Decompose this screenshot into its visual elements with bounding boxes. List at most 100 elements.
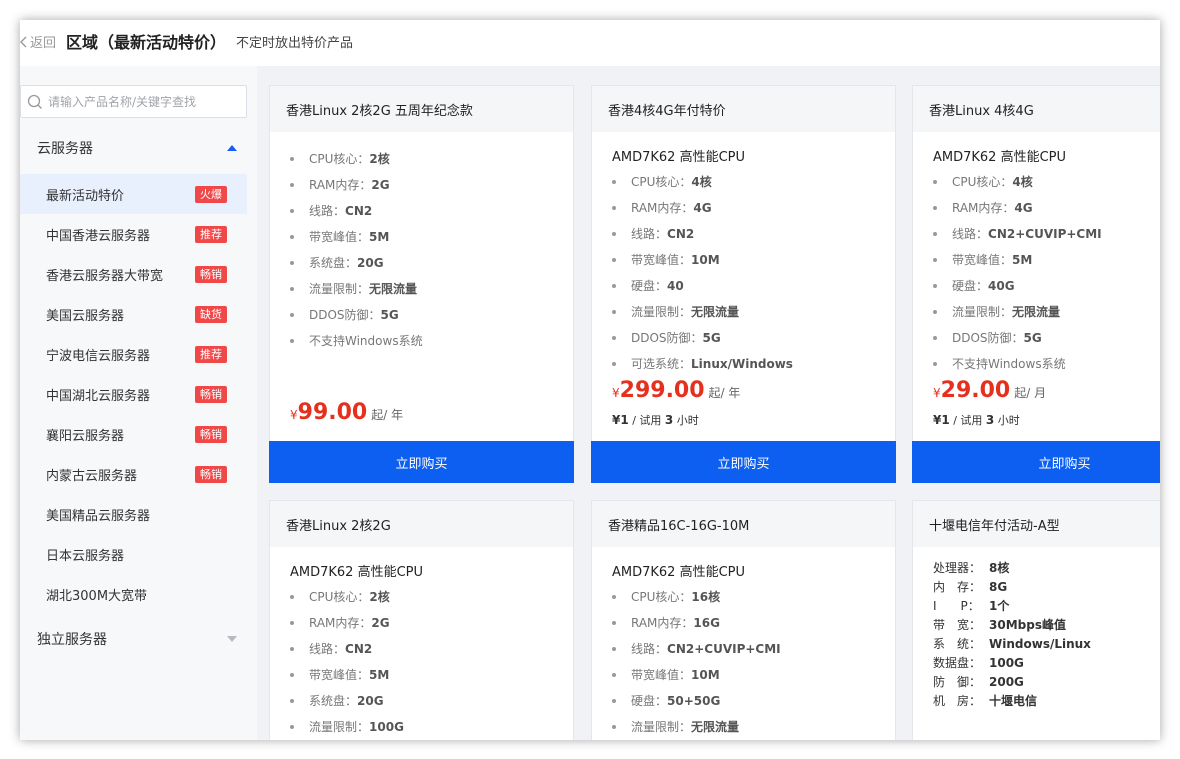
search-input[interactable] xyxy=(48,94,238,109)
sidebar-item-hk-bandwidth[interactable]: 香港云服务器大带宽 畅销 xyxy=(20,254,247,294)
product-card: 香港4核4G年付特价 AMD7K62 高性能CPU CPU核心：4核 RAM内存… xyxy=(591,85,896,483)
spec-item: DDOS防御：5G xyxy=(612,325,895,351)
sidebar-item-label: 湖北300M大宽带 xyxy=(46,588,148,604)
spec-item: RAM内存：2G xyxy=(290,172,573,198)
spec-list: CPU核心：16核 RAM内存：16G 线路：CN2+CUVIP+CMI 带宽峰… xyxy=(612,584,895,740)
spec-item: 带宽峰值：5M xyxy=(933,247,1160,273)
price: ¥ 299.00 起/ 年 xyxy=(612,378,741,403)
product-card: 香港Linux 4核4G AMD7K62 高性能CPU CPU核心：4核 RAM… xyxy=(912,85,1160,483)
buy-now-button[interactable]: 立即购买 xyxy=(269,441,574,483)
spec-item: 流量限制：无限流量 xyxy=(612,299,895,325)
sidebar: 云服务器 最新活动特价 火爆 中国香港云服务器 推荐 香港云服务器大带宽 畅销 … xyxy=(20,66,257,740)
sidebar-item-hk-cloud[interactable]: 中国香港云服务器 推荐 xyxy=(20,214,247,254)
caret-down-icon xyxy=(227,636,237,642)
spec-item: 硬盘：50+50G xyxy=(612,688,895,714)
price-unit: 起/ 月 xyxy=(1014,386,1047,400)
spec-item: 不支持Windows系统 xyxy=(933,351,1160,377)
spec-item: 系统盘：20G xyxy=(290,250,573,276)
product-card: 十堰电信年付活动-A型 处理器： 8核 内 存： 8G I P： 1个 带 宽： 30M… xyxy=(912,500,1160,740)
spec-row: 处理器： 8核 xyxy=(933,561,1010,575)
sidebar-item-label: 宁波电信云服务器 xyxy=(46,348,151,364)
spec-row: 带 宽： 30Mbps峰值 xyxy=(933,618,1066,632)
spec-row: 系 统： Windows/Linux xyxy=(933,637,1091,651)
spec-item: 带宽峰值：5M xyxy=(290,224,573,250)
sidebar-item-label: 美国精品云服务器 xyxy=(46,508,151,524)
menu-group-cloud-server[interactable]: 云服务器 xyxy=(20,128,247,168)
hot-badge: 火爆 xyxy=(195,186,227,203)
page-header: 返回 区域（最新活动特价） 不定时放出特价产品 xyxy=(20,20,1160,66)
page-subtitle: 不定时放出特价产品 xyxy=(236,36,354,51)
spec-item: 线路：CN2 xyxy=(290,636,573,662)
spec-item: RAM内存：16G xyxy=(612,610,895,636)
card-title: 香港Linux 2核2G xyxy=(270,501,573,547)
spec-item: 硬盘：40 xyxy=(612,273,895,299)
trial-info: ¥1 / 试用 3 小时 xyxy=(933,413,1020,427)
page-title: 区域（最新活动特价） xyxy=(66,33,227,52)
buy-now-button[interactable]: 立即购买 xyxy=(912,441,1160,483)
price-amount: 99.00 xyxy=(297,400,368,425)
recommend-badge: 推荐 xyxy=(195,226,227,243)
back-button[interactable]: 返回 xyxy=(20,32,56,51)
sidebar-item-hubei-300m[interactable]: 湖北300M大宽带 xyxy=(20,574,247,614)
product-card: 香港精品16C-16G-10M AMD7K62 高性能CPU CPU核心：16核… xyxy=(591,500,896,740)
sidebar-item-japan-cloud[interactable]: 日本云服务器 xyxy=(20,534,247,574)
trial-info: ¥1 / 试用 3 小时 xyxy=(612,413,699,427)
spec-list: CPU核心：2核 RAM内存：2G 线路：CN2 带宽峰值：5M 系统盘：20G… xyxy=(290,146,573,354)
buy-now-button[interactable]: 立即购买 xyxy=(591,441,896,483)
spec-item: 系统盘：20G xyxy=(290,688,573,714)
product-card: 香港Linux 2核2G 五周年纪念款 CPU核心：2核 RAM内存：2G 线路… xyxy=(269,85,574,483)
back-label: 返回 xyxy=(30,36,57,51)
spec-item: DDOS防御：5G xyxy=(290,302,573,328)
spec-row: 内 存： 8G xyxy=(933,580,1008,594)
bestseller-badge: 畅销 xyxy=(195,266,227,283)
spec-item: CPU核心：4核 xyxy=(612,169,895,195)
spec-item: RAM内存：2G xyxy=(290,610,573,636)
sidebar-item-latest-deals[interactable]: 最新活动特价 火爆 xyxy=(20,174,247,214)
price-unit: 起/ 年 xyxy=(371,408,404,422)
menu-group-label: 云服务器 xyxy=(37,141,93,157)
card-title: 香港Linux 4核4G xyxy=(913,86,1160,132)
spec-item: RAM内存：4G xyxy=(612,195,895,221)
sidebar-item-inner-mongolia-cloud[interactable]: 内蒙古云服务器 畅销 xyxy=(20,454,247,494)
menu-group-dedicated-server[interactable]: 独立服务器 xyxy=(20,619,247,659)
sidebar-item-us-cloud[interactable]: 美国云服务器 缺货 xyxy=(20,294,247,334)
spec-item: 硬盘：40G xyxy=(933,273,1160,299)
spec-item: CPU核心：2核 xyxy=(290,146,573,172)
spec-item: 带宽峰值：10M xyxy=(612,247,895,273)
sidebar-item-ningbo-cloud[interactable]: 宁波电信云服务器 推荐 xyxy=(20,334,247,374)
card-title: 香港Linux 2核2G 五周年纪念款 xyxy=(270,86,573,132)
spec-item: 可选系统：Linux/Windows xyxy=(612,351,895,377)
app-window: 返回 区域（最新活动特价） 不定时放出特价产品 云服务器 最新活动特价 火爆 中… xyxy=(20,20,1160,740)
spec-item: 流量限制：无限流量 xyxy=(933,299,1160,325)
sidebar-item-xiangyang-cloud[interactable]: 襄阳云服务器 畅销 xyxy=(20,414,247,454)
spec-item: 线路：CN2+CUVIP+CMI xyxy=(933,221,1160,247)
spec-row: 机 房： 十堰电信 xyxy=(933,694,1038,708)
sidebar-item-label: 中国湖北云服务器 xyxy=(46,388,151,404)
spec-row: 防 御： 200G xyxy=(933,675,1024,689)
menu-group-label: 独立服务器 xyxy=(37,632,107,648)
price-amount: 299.00 xyxy=(619,378,705,403)
spec-list: CPU核心：4核 RAM内存：4G 线路：CN2+CUVIP+CMI 带宽峰值：… xyxy=(933,169,1160,377)
sidebar-item-us-premium-cloud[interactable]: 美国精品云服务器 xyxy=(20,494,247,534)
spec-row: I P： 1个 xyxy=(933,599,1010,613)
spec-item: RAM内存：4G xyxy=(933,195,1160,221)
spec-item: 线路：CN2+CUVIP+CMI xyxy=(612,636,895,662)
bestseller-badge: 畅销 xyxy=(195,426,227,443)
search-box xyxy=(20,85,247,118)
spec-item: 带宽峰值：5M xyxy=(290,662,573,688)
spec-list: CPU核心：4核 RAM内存：4G 线路：CN2 带宽峰值：10M 硬盘：40 … xyxy=(612,169,895,377)
sidebar-item-label: 日本云服务器 xyxy=(46,548,125,564)
chevron-left-icon xyxy=(20,35,28,49)
out-of-stock-badge: 缺货 xyxy=(195,306,227,323)
price-unit: 起/ 年 xyxy=(708,386,741,400)
product-card: 香港Linux 2核2G AMD7K62 高性能CPU CPU核心：2核 RAM… xyxy=(269,500,574,740)
product-grid: 香港Linux 2核2G 五周年纪念款 CPU核心：2核 RAM内存：2G 线路… xyxy=(257,66,1160,740)
spec-item: 流量限制：无限流量 xyxy=(612,714,895,740)
sidebar-item-label: 内蒙古云服务器 xyxy=(46,468,138,484)
spec-item: 带宽峰值：10M xyxy=(612,662,895,688)
sidebar-item-hubei-cloud[interactable]: 中国湖北云服务器 畅销 xyxy=(20,374,247,414)
spec-item: 不支持Windows系统 xyxy=(290,328,573,354)
cpu-label: AMD7K62 高性能CPU xyxy=(612,565,746,580)
caret-up-icon xyxy=(227,145,237,151)
recommend-badge: 推荐 xyxy=(195,346,227,363)
